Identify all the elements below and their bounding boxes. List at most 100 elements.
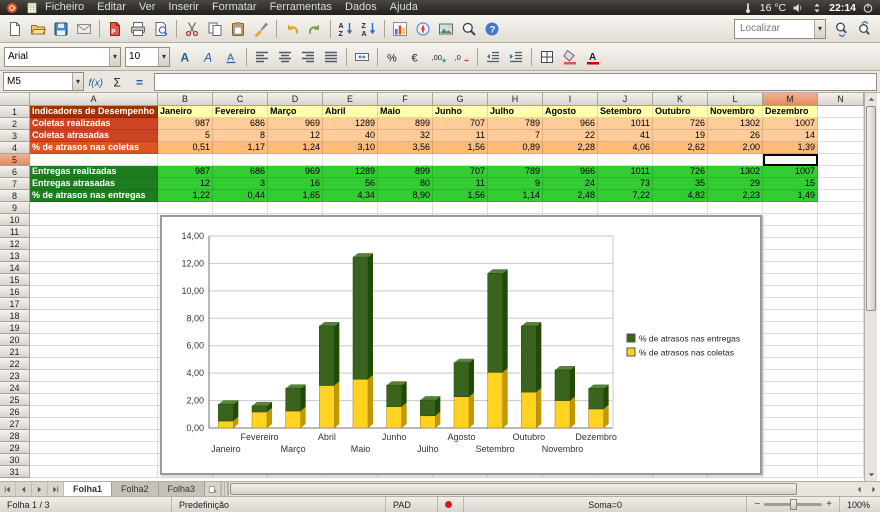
cell-H1[interactable]: Julho <box>488 106 543 118</box>
row-header-14[interactable]: 14 <box>0 262 30 274</box>
cell-A13[interactable] <box>30 250 158 262</box>
menu-inserir[interactable]: Inserir <box>168 0 199 15</box>
row-header-18[interactable]: 18 <box>0 310 30 322</box>
cell-E7[interactable]: 56 <box>323 178 378 190</box>
cell-N12[interactable] <box>818 238 864 250</box>
cell-E5[interactable] <box>323 154 378 166</box>
zoom-percent[interactable]: 100% <box>840 497 880 512</box>
cell-A11[interactable] <box>30 226 158 238</box>
formula-input[interactable] <box>154 73 877 91</box>
row-header-6[interactable]: 6 <box>0 166 30 178</box>
indent-less-icon[interactable] <box>482 46 504 68</box>
cell-A31[interactable] <box>30 466 158 478</box>
cell-M31[interactable] <box>763 466 818 478</box>
font-color-icon[interactable]: A <box>582 46 604 68</box>
cell-D6[interactable]: 969 <box>268 166 323 178</box>
col-header-K[interactable]: K <box>653 93 708 106</box>
cell-L4[interactable]: 2,00 <box>708 142 763 154</box>
cell-L7[interactable]: 29 <box>708 178 763 190</box>
tab-splitter[interactable] <box>221 482 228 496</box>
cell-F9[interactable] <box>378 202 433 214</box>
undo-icon[interactable] <box>281 18 303 40</box>
borders-icon[interactable] <box>536 46 558 68</box>
row-header-17[interactable]: 17 <box>0 298 30 310</box>
cell-G4[interactable]: 1,56 <box>433 142 488 154</box>
cell-M25[interactable] <box>763 394 818 406</box>
bar-novembro[interactable] <box>555 366 575 428</box>
cell-A3[interactable]: Coletas atrasadas <box>30 130 158 142</box>
equals-icon[interactable]: = <box>130 73 150 91</box>
cell-M13[interactable] <box>763 250 818 262</box>
name-box[interactable]: ▾ <box>3 72 84 91</box>
row-header-8[interactable]: 8 <box>0 190 30 202</box>
cell-L8[interactable]: 2,23 <box>708 190 763 202</box>
cell-B9[interactable] <box>158 202 213 214</box>
sort-desc-icon[interactable]: ZA <box>358 18 380 40</box>
cell-A21[interactable] <box>30 346 158 358</box>
cell-A26[interactable] <box>30 406 158 418</box>
cell-K4[interactable]: 2,62 <box>653 142 708 154</box>
cell-I3[interactable]: 22 <box>543 130 598 142</box>
cell-N14[interactable] <box>818 262 864 274</box>
sum-display[interactable]: Soma=0 <box>464 497 747 512</box>
cell-F1[interactable]: Maio <box>378 106 433 118</box>
row-header-13[interactable]: 13 <box>0 250 30 262</box>
menu-formatar[interactable]: Formatar <box>212 0 257 15</box>
vertical-scrollbar[interactable] <box>864 93 877 481</box>
cell-N18[interactable] <box>818 310 864 322</box>
add-decimal-icon[interactable]: ,00 <box>428 46 450 68</box>
cell-reference-input[interactable] <box>4 76 72 87</box>
cell-A8[interactable]: % de atrasos nas entregas <box>30 190 158 202</box>
sheet-position[interactable]: Folha 1 / 3 <box>0 497 172 512</box>
cell-A25[interactable] <box>30 394 158 406</box>
row-header-9[interactable]: 9 <box>0 202 30 214</box>
cell-A19[interactable] <box>30 322 158 334</box>
copy-icon[interactable] <box>204 18 226 40</box>
cell-K1[interactable]: Outubro <box>653 106 708 118</box>
email-icon[interactable] <box>73 18 95 40</box>
gallery-icon[interactable] <box>435 18 457 40</box>
cell-F4[interactable]: 3,56 <box>378 142 433 154</box>
cell-K8[interactable]: 4,82 <box>653 190 708 202</box>
cell-J8[interactable]: 7,22 <box>598 190 653 202</box>
first-sheet-icon[interactable] <box>0 482 16 496</box>
cell-M29[interactable] <box>763 442 818 454</box>
row-header-22[interactable]: 22 <box>0 358 30 370</box>
cell-B8[interactable]: 1,22 <box>158 190 213 202</box>
cell-J7[interactable]: 73 <box>598 178 653 190</box>
cell-H7[interactable]: 9 <box>488 178 543 190</box>
add-sheet-icon[interactable] <box>205 482 221 496</box>
row-header-16[interactable]: 16 <box>0 286 30 298</box>
cell-N11[interactable] <box>818 226 864 238</box>
cell-K6[interactable]: 726 <box>653 166 708 178</box>
vscroll-track[interactable] <box>865 106 877 468</box>
cell-N8[interactable] <box>818 190 864 202</box>
cell-F2[interactable]: 899 <box>378 118 433 130</box>
cell-D3[interactable]: 12 <box>268 130 323 142</box>
cell-C8[interactable]: 0,44 <box>213 190 268 202</box>
cell-N27[interactable] <box>818 418 864 430</box>
cell-C3[interactable]: 8 <box>213 130 268 142</box>
cell-C5[interactable] <box>213 154 268 166</box>
cell-K9[interactable] <box>653 202 708 214</box>
cell-D8[interactable]: 1,65 <box>268 190 323 202</box>
bar-junho[interactable] <box>387 381 407 428</box>
zoom-out-icon[interactable]: − <box>754 500 760 510</box>
cell-G3[interactable]: 11 <box>433 130 488 142</box>
col-header-J[interactable]: J <box>598 93 653 106</box>
cell-B2[interactable]: 987 <box>158 118 213 130</box>
cell-G7[interactable]: 11 <box>433 178 488 190</box>
cell-M24[interactable] <box>763 382 818 394</box>
embedded-chart[interactable]: 0,002,004,006,008,0010,0012,0014,00Janei… <box>160 215 762 475</box>
cell-M7[interactable]: 15 <box>763 178 818 190</box>
font-size-input[interactable] <box>126 51 158 62</box>
zoom-slider[interactable] <box>764 503 822 506</box>
cell-H2[interactable]: 789 <box>488 118 543 130</box>
col-header-H[interactable]: H <box>488 93 543 106</box>
cell-A24[interactable] <box>30 382 158 394</box>
cell-E1[interactable]: Abril <box>323 106 378 118</box>
cell-A30[interactable] <box>30 454 158 466</box>
cell-N28[interactable] <box>818 430 864 442</box>
cell-I6[interactable]: 966 <box>543 166 598 178</box>
cell-F5[interactable] <box>378 154 433 166</box>
